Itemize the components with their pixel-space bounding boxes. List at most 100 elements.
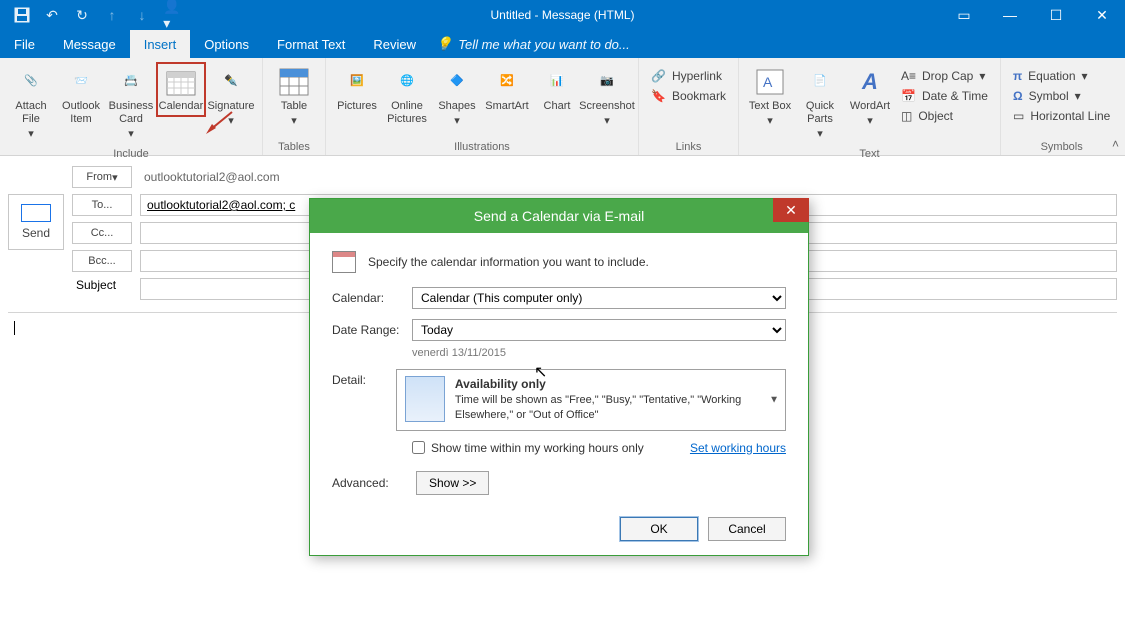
horizontal-line-button[interactable]: ▭Horizontal Line [1007,106,1116,126]
equation-icon: π [1013,69,1022,83]
to-button[interactable]: To... [72,194,132,216]
screenshot-button[interactable]: 📷Screenshot▾ [582,62,632,132]
screenshot-icon: 📷 [591,66,623,98]
group-links: 🔗Hyperlink 🔖Bookmark Links [639,58,739,155]
chevron-down-icon: ▼ [769,394,779,405]
object-button[interactable]: ◫Object [895,106,994,126]
tab-review[interactable]: Review [359,30,430,58]
subject-label: Subject [72,278,132,292]
table-icon [278,66,310,98]
pictures-button[interactable]: 🖼️Pictures [332,62,382,117]
date-time-button[interactable]: 📅Date & Time [895,86,994,106]
pictures-icon: 🖼️ [341,66,373,98]
set-working-hours-link[interactable]: Set working hours [690,441,786,455]
detail-description: Time will be shown as "Free," "Busy," "T… [455,393,777,424]
symbol-button[interactable]: ΩSymbol ▾ [1007,86,1116,106]
tell-me-search[interactable]: 💡 Tell me what you want to do... [430,30,630,58]
shapes-button[interactable]: 🔷Shapes▾ [432,62,482,132]
business-card-button[interactable]: 📇Business Card▾ [106,62,156,146]
from-value: outlooktutorial2@aol.com [140,170,280,184]
show-time-checkbox[interactable]: Show time within my working hours only [412,441,644,455]
online-pictures-button[interactable]: 🌐Online Pictures [382,62,432,130]
availability-icon [405,376,445,422]
text-box-icon: A [754,66,786,98]
detail-title: Availability only [455,376,777,393]
business-card-icon: 📇 [115,66,147,98]
symbol-icon: Ω [1013,89,1023,103]
dialog-title-bar: Send a Calendar via E-mail ✕ [310,199,808,233]
text-box-button[interactable]: AText Box▾ [745,62,795,132]
send-button[interactable]: Send [8,194,64,250]
equation-button[interactable]: πEquation ▾ [1007,66,1116,86]
up-arrow-icon[interactable]: ↑ [104,7,120,23]
maximize-button[interactable]: ☐ [1033,0,1079,30]
dialog-close-button[interactable]: ✕ [773,198,809,222]
tab-file[interactable]: File [0,30,49,58]
redo-icon[interactable]: ↻ [74,7,90,23]
group-include: 📎Attach File▾ 📨Outlook Item 📇Business Ca… [0,58,263,155]
quick-access-toolbar: ↶ ↻ ↑ ↓ 👤▾ [0,7,180,23]
collapse-ribbon-button[interactable]: ˄ [1112,137,1119,151]
title-bar: ↶ ↻ ↑ ↓ 👤▾ Untitled - Message (HTML) ▭ —… [0,0,1125,30]
hyperlink-button[interactable]: 🔗Hyperlink [645,66,732,86]
bookmark-icon: 🔖 [651,89,666,103]
quick-parts-icon: 📄 [804,66,836,98]
ribbon-options-icon[interactable]: ▭ [941,0,987,30]
bookmark-button[interactable]: 🔖Bookmark [645,86,732,106]
hyperlink-icon: 🔗 [651,69,666,83]
wordart-button[interactable]: AWordArt▾ [845,62,895,132]
quick-parts-button[interactable]: 📄Quick Parts▾ [795,62,845,146]
send-calendar-dialog: Send a Calendar via E-mail ✕ Specify the… [309,198,809,556]
attach-file-button[interactable]: 📎Attach File▾ [6,62,56,146]
minimize-button[interactable]: — [987,0,1033,30]
calendar-icon [165,66,197,98]
down-arrow-icon[interactable]: ↓ [134,7,150,23]
bcc-button[interactable]: Bcc... [72,250,132,272]
undo-icon[interactable]: ↶ [44,7,60,23]
tab-insert[interactable]: Insert [130,30,191,58]
chart-icon: 📊 [541,66,573,98]
paperclip-icon: 📎 [15,66,47,98]
window-title: Untitled - Message (HTML) [490,8,634,22]
chart-button[interactable]: 📊Chart [532,62,582,117]
table-button[interactable]: Table▾ [269,62,319,132]
tab-message[interactable]: Message [49,30,130,58]
envelope-icon [21,204,51,222]
show-advanced-button[interactable]: Show >> [416,471,489,495]
outlook-item-button[interactable]: 📨Outlook Item [56,62,106,130]
calendar-icon [332,251,356,273]
detail-select[interactable]: Availability only Time will be shown as … [396,369,786,431]
tab-format-text[interactable]: Format Text [263,30,359,58]
user-icon[interactable]: 👤▾ [164,7,180,23]
close-window-button[interactable]: ✕ [1079,0,1125,30]
horizontal-line-icon: ▭ [1013,109,1024,123]
group-text: AText Box▾ 📄Quick Parts▾ AWordArt▾ A≡Dro… [739,58,1001,155]
ribbon: 📎Attach File▾ 📨Outlook Item 📇Business Ca… [0,58,1125,156]
svg-text:A: A [763,74,773,90]
advanced-label: Advanced: [332,476,402,490]
group-illustrations: 🖼️Pictures 🌐Online Pictures 🔷Shapes▾ 🔀Sm… [326,58,639,155]
outlook-item-icon: 📨 [65,66,97,98]
dialog-instruction: Specify the calendar information you wan… [368,255,649,269]
drop-cap-icon: A≡ [901,69,916,83]
daterange-select[interactable]: Today [412,319,786,341]
text-cursor [14,321,15,335]
drop-cap-button[interactable]: A≡Drop Cap ▾ [895,66,994,86]
calendar-select[interactable]: Calendar (This computer only) [412,287,786,309]
from-button[interactable]: From ▾ [72,166,132,188]
smartart-button[interactable]: 🔀SmartArt [482,62,532,117]
tab-options[interactable]: Options [190,30,263,58]
calendar-label: Calendar: [332,287,402,305]
lightbulb-icon: 💡 [436,36,452,52]
smartart-icon: 🔀 [491,66,523,98]
save-icon[interactable] [14,7,30,23]
cc-button[interactable]: Cc... [72,222,132,244]
date-time-icon: 📅 [901,89,916,103]
cancel-button[interactable]: Cancel [708,517,786,541]
signature-button[interactable]: ✒️Signature▾ [206,62,256,132]
ok-button[interactable]: OK [620,517,698,541]
wordart-icon: A [854,66,886,98]
group-symbols: πEquation ▾ ΩSymbol ▾ ▭Horizontal Line S… [1001,58,1122,155]
menu-bar: File Message Insert Options Format Text … [0,30,1125,58]
calendar-button[interactable]: Calendar [156,62,206,117]
